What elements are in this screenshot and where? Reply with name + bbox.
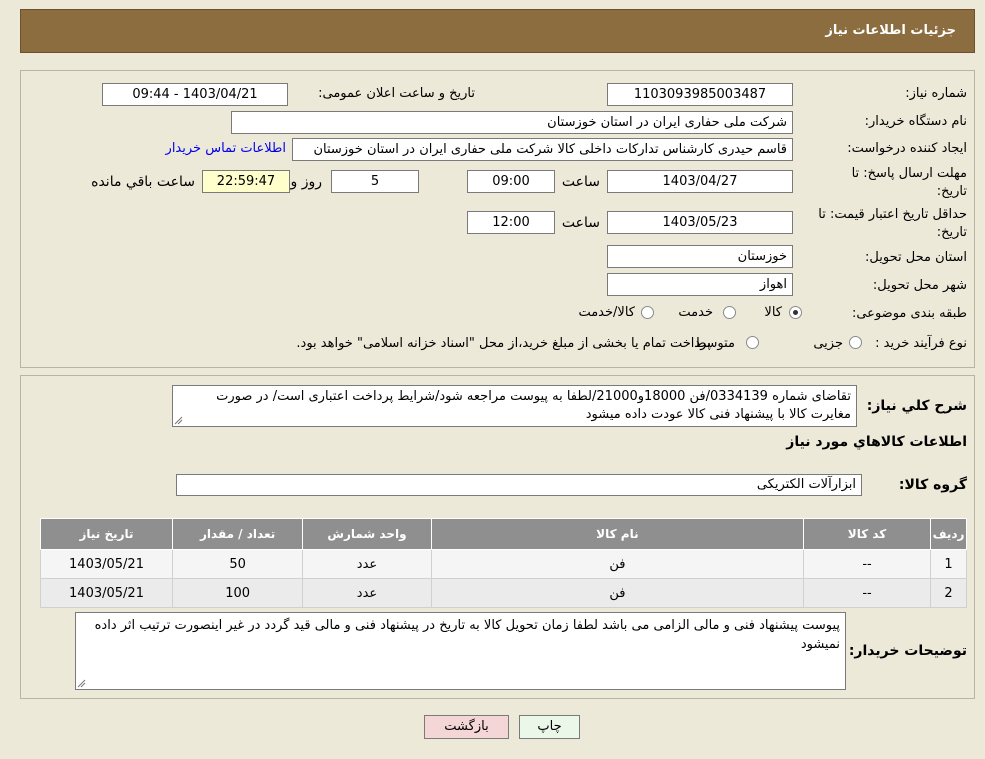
cell-date: 1403/05/21 [39,549,174,579]
deadline-date-field: 1403/04/27 [607,170,793,193]
goods-group-label: گروه کالا: [898,477,967,493]
col-qty: تعداد / مقدار [172,518,304,550]
page-title: جزئیات اطلاعات نیاز [825,23,956,38]
deadline-time-label: ساعت [561,174,600,190]
cell-code: -- [803,578,932,608]
page-header: جزئیات اطلاعات نیاز [20,9,975,53]
buyer-org-label: نام دستگاه خریدار: [864,114,967,129]
validity-date-field: 1403/05/23 [607,211,793,234]
print-button[interactable]: چاپ [519,715,580,739]
category-option-goods: کالا [764,305,782,320]
process-option-minor: جزیی [813,336,843,351]
col-name: نام كالا [430,518,805,550]
goods-group-field: ابزارآلات الکتریکی [176,474,862,496]
need-number-field: 1103093985003487 [607,83,793,106]
remaining-time-label: ساعت باقي مانده [91,174,195,190]
cell-qty: 100 [172,578,304,608]
cell-name: فن [430,549,805,579]
days-remaining-field: 5 [331,170,419,193]
category-label: طبقه بندی موضوعی: [851,306,967,321]
process-radio-minor[interactable] [849,336,862,349]
buyer-notes-label: توضیحات خریدار: [848,643,967,659]
cell-row: 1 [930,549,967,579]
cell-row: 2 [930,578,967,608]
announce-field: 1403/04/21 - 09:44 [102,83,288,106]
remaining-time-field: 22:59:47 [202,170,290,193]
description-text: تقاضای شماره 0334139/فن 18000و21000/لطفا… [216,389,851,422]
description-label: شرح کلي نياز: [866,398,967,414]
table-row: 2 -- فن عدد 100 1403/05/21 [39,578,967,608]
goods-table: رديف كد كالا نام كالا واحد شمارش تعداد /… [39,518,967,608]
category-option-service: خدمت [678,305,713,320]
category-radio-goods[interactable] [789,306,802,319]
buyer-notes-text: پیوست پیشنهاد فنی و مالی الزامی می باشد … [94,618,840,652]
cell-name: فن [430,578,805,608]
description-field: تقاضای شماره 0334139/فن 18000و21000/لطفا… [172,385,857,427]
buyer-org-field: شرکت ملی حفاری ایران در استان خوزستان [231,111,793,134]
city-label: شهر محل تحویل: [872,278,967,293]
buyer-contact-link[interactable]: اطلاعات تماس خریدار [166,141,286,156]
creator-field: قاسم حیدری کارشناس تدارکات داخلی کالا شر… [292,138,793,161]
deadline-label-2: تاریخ: [936,184,967,199]
cell-unit: عدد [302,578,432,608]
validity-label: حداقل تاریخ اعتبار قیمت: تا [818,207,967,222]
cell-code: -- [803,549,932,579]
deadline-label: مهلت ارسال پاسخ: تا [851,166,967,181]
goods-section-title: اطلاعات كالاهاي مورد نياز [786,434,967,450]
announce-label: تاریخ و ساعت اعلان عمومی: [318,86,475,101]
deadline-time-field: 09:00 [467,170,555,193]
col-unit: واحد شمارش [302,518,432,550]
col-date: تاريخ نياز [39,518,174,550]
category-option-goods-service: کالا/خدمت [578,305,635,320]
city-field: اهواز [607,273,793,296]
category-radio-goods-service[interactable] [641,306,654,319]
buyer-notes-field: پیوست پیشنهاد فنی و مالی الزامی می باشد … [75,612,846,690]
process-note: پرداخت تمام یا بخشی از مبلغ خرید،از محل … [296,336,711,351]
cell-qty: 50 [172,549,304,579]
validity-time-field: 12:00 [467,211,555,234]
category-radio-service[interactable] [723,306,736,319]
days-label: روز و [290,174,323,190]
province-field: خوزستان [607,245,793,268]
need-number-label: شماره نیاز: [905,86,967,101]
province-label: استان محل تحویل: [865,250,967,265]
validity-label-2: تاریخ: [936,225,967,240]
cell-date: 1403/05/21 [39,578,174,608]
table-row: 1 -- فن عدد 50 1403/05/21 [39,549,967,579]
validity-time-label: ساعت [561,215,600,231]
col-row: رديف [930,518,967,550]
process-radio-medium[interactable] [746,336,759,349]
resize-grip-icon[interactable] [174,416,183,425]
cell-unit: عدد [302,549,432,579]
back-button[interactable]: بازگشت [424,715,509,739]
creator-label: ایجاد کننده درخواست: [847,141,967,156]
goods-table-header: رديف كد كالا نام كالا واحد شمارش تعداد /… [39,518,967,550]
resize-grip-icon[interactable] [77,679,86,688]
col-code: كد كالا [803,518,932,550]
process-label: نوع فرآیند خرید : [875,336,967,351]
